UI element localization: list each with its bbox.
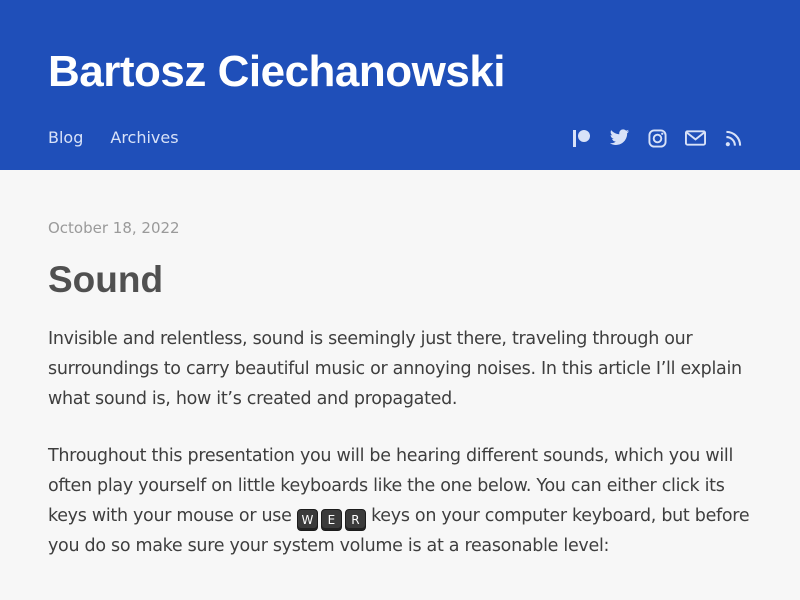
key-r[interactable]: R [344,509,366,531]
twitter-icon[interactable] [609,126,630,150]
patreon-icon[interactable] [571,126,592,150]
nav-link-blog[interactable]: Blog [48,126,83,150]
social-links [571,126,744,150]
mail-icon[interactable] [685,126,706,150]
rss-icon[interactable] [723,126,744,150]
site-header: Bartosz Ciechanowski Blog Archives [0,0,800,170]
nav-link-archives[interactable]: Archives [110,126,178,150]
keyboard-keys: WER [296,509,366,531]
post-date: October 18, 2022 [48,219,180,237]
instagram-icon[interactable] [647,126,668,150]
key-e[interactable]: E [320,509,342,531]
keyboard-instructions-paragraph: Throughout this presentation you will be… [48,441,760,561]
post-content: October 18, 2022 Sound Invisible and rel… [48,210,760,561]
main-nav: Blog Archives [48,126,179,150]
post-title: Sound [48,259,164,300]
site-title[interactable]: Bartosz Ciechanowski [48,44,506,100]
intro-paragraph: Invisible and relentless, sound is seemi… [48,329,742,409]
key-w[interactable]: W [296,509,318,531]
